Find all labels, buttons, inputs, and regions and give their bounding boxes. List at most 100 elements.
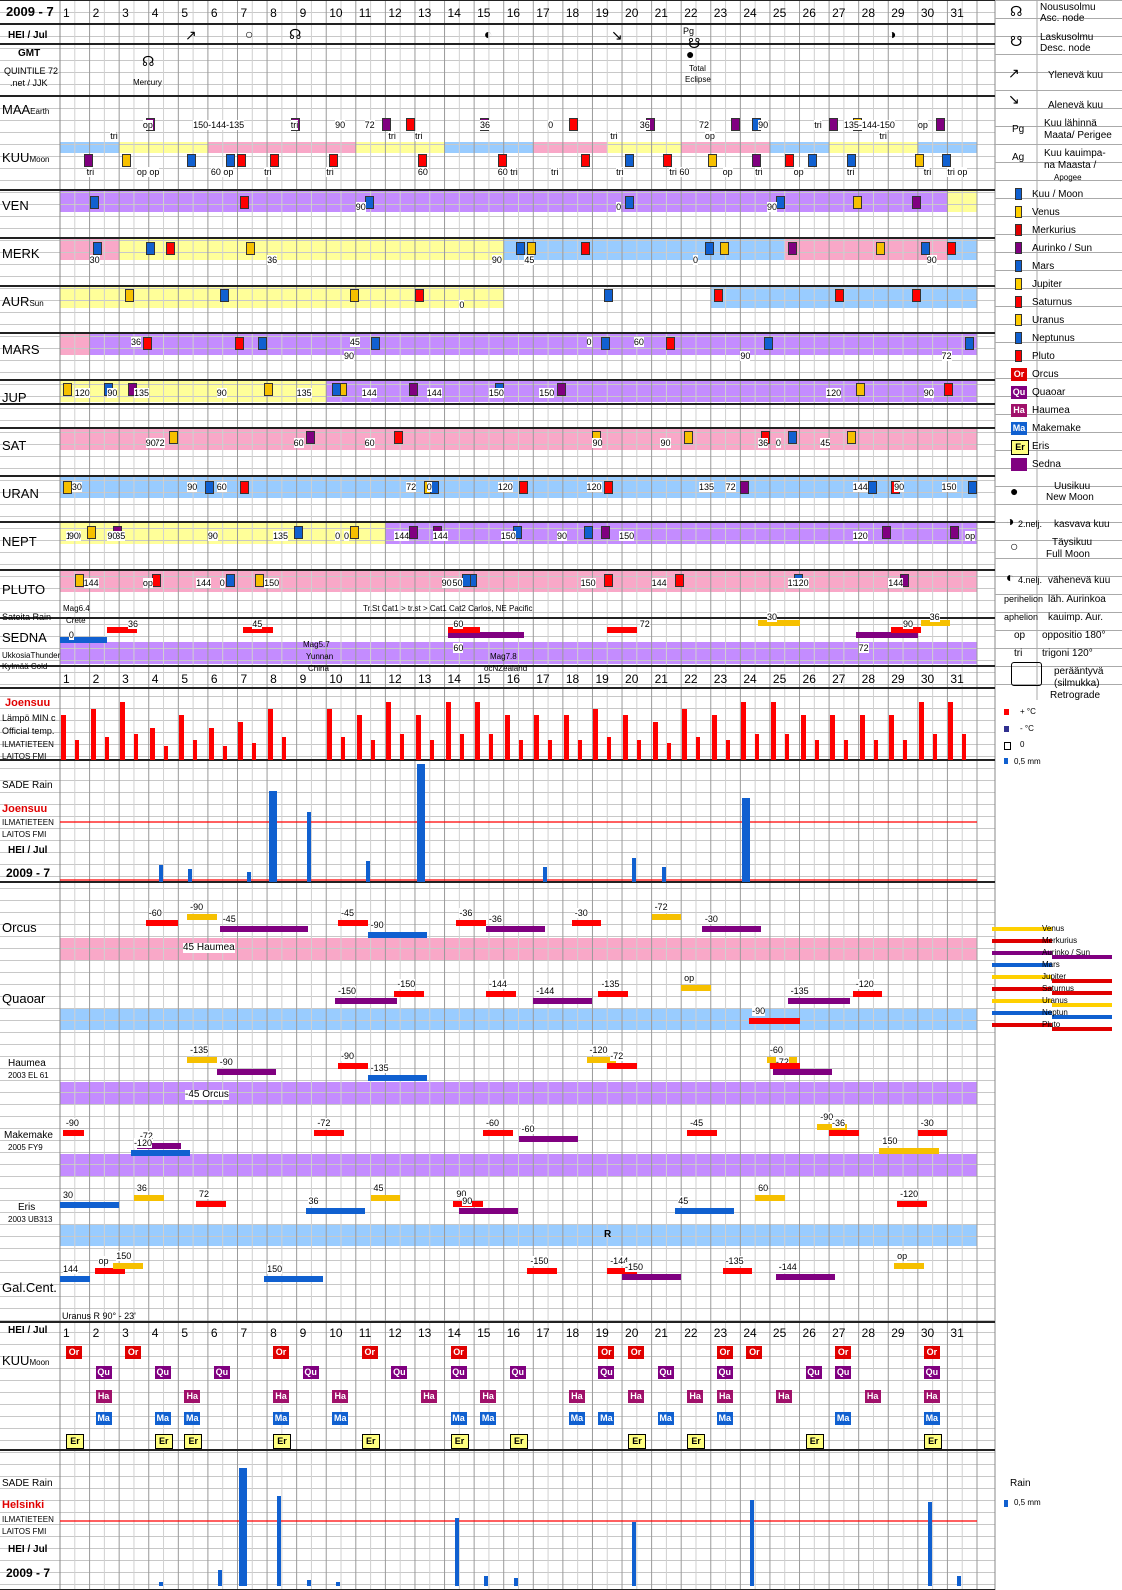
day-number-4: 4 [151, 6, 159, 20]
dwarf-planet-badge: Ma [480, 1412, 497, 1425]
legend-apogee3: Apogee [1054, 173, 1082, 182]
ilmatieteen-label-1: ILMATIETEEN [2, 740, 54, 749]
legend-newmoon1: Uusikuu [1054, 481, 1091, 492]
moon-aspect-block [122, 154, 132, 167]
minor-aspect-label: -135 [190, 1045, 209, 1055]
day-number-9: 9 [299, 672, 307, 686]
day-number-25: 25 [772, 6, 787, 20]
saturn-aspect-label: 0 [775, 438, 781, 448]
minor-aspect-label: -45 [222, 914, 236, 924]
mars-aspect-block [258, 337, 268, 350]
minor-aspect-bar [518, 1136, 578, 1142]
earth-aspect-label: 36 [480, 120, 491, 130]
gmt-label: GMT [18, 48, 41, 59]
legend-planet-label: Pluto [1032, 351, 1055, 362]
day-number-14: 14 [447, 672, 461, 686]
neptune-aspect-block [349, 526, 359, 539]
sade-rain-label-1: SADE Rain [2, 780, 53, 791]
mercury-aspect-label: 90 [926, 255, 937, 265]
minor-aspect-label: -60 [148, 908, 162, 918]
month-label: HEI / Jul [8, 30, 48, 41]
legend-rising: Ylenevä kuu [1048, 70, 1104, 81]
eclipse-annotation: Eclipse [685, 75, 711, 84]
legend-full1: Täysikuu [1052, 537, 1093, 548]
legend-planet-label: Jupiter [1032, 279, 1063, 290]
rain-bar-helsinki [484, 1576, 489, 1586]
temp-min-bar [755, 734, 760, 760]
neptune-aspect-label: op [965, 531, 976, 541]
quake-mag78: Mag7.8 [490, 652, 517, 661]
minor-aspect-bar [216, 1069, 276, 1075]
day-number-16: 16 [506, 1326, 521, 1340]
pluto-aspect-block [255, 574, 265, 587]
moon-aspect-label: tri [264, 167, 272, 177]
day-number-1: 1 [63, 6, 70, 20]
temp-min-bar [459, 734, 464, 760]
moon-aspect-label: op [722, 167, 733, 177]
sun-aspect-block [604, 289, 614, 302]
uranus-aspect-block [62, 481, 72, 494]
legend-temp-plus: + °C [1020, 707, 1036, 716]
saturn-aspect-label: 60 [364, 438, 375, 448]
neptune-aspect-label: 144 [432, 531, 448, 541]
dwarf-planet-badge: Or [361, 1346, 378, 1359]
minor-aspect-label: op [897, 1251, 908, 1261]
jupiter-aspect-block [62, 383, 72, 396]
dwarf-planet-badge: Ha [95, 1390, 112, 1403]
day-number-20: 20 [625, 1326, 639, 1340]
official-label: Official temp. [2, 726, 55, 736]
minor-aspect-label: -135 [725, 1256, 744, 1266]
day-number-10: 10 [329, 672, 343, 686]
minor-aspect-label: 30 [62, 1190, 73, 1200]
dwarf-planet-badge: Or [746, 1346, 763, 1359]
minor-aspect-bar [527, 1268, 557, 1274]
temp-min-bar [222, 745, 227, 760]
row-label-maa: MAAEarth [2, 102, 50, 117]
rain-bar-joensuu [416, 764, 425, 882]
earth-aspect-label: 135-144-150 [843, 120, 895, 130]
jupiter-aspect-label: 90 [923, 388, 934, 398]
jupiter-aspect-label: 120 [74, 388, 90, 398]
day-number-3: 3 [122, 1326, 129, 1340]
jupiter-aspect-label: 120 [826, 388, 842, 398]
minor-aspect-label: -150 [338, 986, 357, 996]
minor-aspect-bar [196, 1201, 226, 1207]
day-number-19: 19 [595, 672, 609, 686]
day-number-16: 16 [506, 672, 521, 686]
moon-aspect-block [707, 154, 717, 167]
day-number-9: 9 [299, 6, 307, 20]
neptune-aspect-block [950, 526, 960, 539]
legend-planet-label: Sedna [1032, 459, 1061, 470]
temp-min-bar [770, 702, 776, 760]
quake-china: China [308, 664, 329, 673]
minor-aspect-label: 150 [116, 1251, 132, 1261]
day-number-23: 23 [713, 6, 728, 20]
moon-aspect-block [417, 154, 427, 167]
minor-aspect-label: op [684, 973, 695, 983]
moon-aspect-label: tri [846, 167, 855, 177]
day-number-1: 1 [63, 1326, 70, 1340]
temp-min-bar [252, 742, 257, 760]
minor-aspect-label: 72 [199, 1189, 210, 1199]
minor-aspect-label: -150 [530, 1256, 549, 1266]
day-number-7: 7 [240, 1326, 248, 1340]
temp-min-bar [400, 734, 405, 760]
asc-node-icon: ☊ [289, 26, 302, 42]
venus-aspect-block [852, 196, 862, 209]
moon-aspect-block [83, 154, 93, 167]
minor-aspect-label: -30 [574, 908, 588, 918]
minor-aspect-bar [598, 991, 628, 997]
moon-aspect-block [187, 154, 197, 167]
minor-aspect-bar [187, 914, 217, 920]
retrograde-legend-box [1011, 662, 1042, 686]
jupiter-aspect-label: 144 [426, 388, 442, 398]
day-number-27: 27 [832, 6, 846, 20]
temp-min-bar [830, 715, 836, 760]
day-number-23: 23 [713, 1326, 728, 1340]
dwarf-planet-badge: Ha [864, 1390, 881, 1403]
sedna-label: 60 [453, 619, 464, 629]
month-label-4: HEI / Jul [8, 1544, 48, 1555]
sedna-label: 30 [766, 612, 777, 622]
mars-aspect-block [370, 337, 380, 350]
laitos-label-2: LAITOS FMI [2, 830, 47, 839]
